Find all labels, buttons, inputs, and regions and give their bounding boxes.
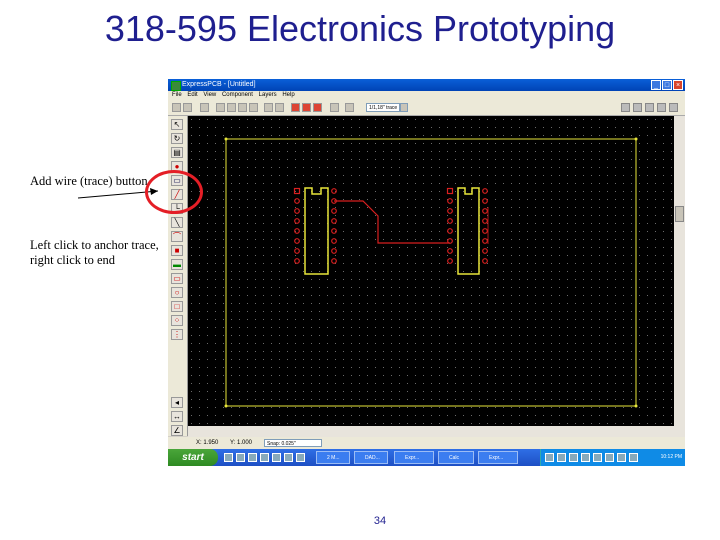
tray-icon[interactable] (593, 453, 602, 462)
arc-icon[interactable]: ⌒ (171, 231, 183, 242)
pcb-drawing[interactable] (188, 116, 674, 437)
last-page-icon[interactable] (657, 103, 666, 112)
save-icon[interactable] (183, 103, 192, 112)
component-toolbar: ↖ ↻ ▤ ● ▭ ╱ └ ╲ ⌒ ■ ▬ ▭ ○ □ ⁘ ⋮ ◂ ↔ ∠ (168, 116, 188, 436)
first-page-icon[interactable] (621, 103, 630, 112)
window-titlebar[interactable]: ExpressPCB - [Untitled] _ □ × (168, 79, 685, 91)
menu-layers[interactable]: Layers (259, 92, 277, 98)
menu-file[interactable]: File (172, 92, 182, 98)
quicklaunch-icon[interactable] (284, 453, 293, 462)
taskbar-item[interactable]: DAD... (354, 451, 388, 464)
zoom-in-icon[interactable] (216, 103, 225, 112)
select-icon[interactable]: ↖ (171, 119, 183, 130)
tray-icon[interactable] (557, 453, 566, 462)
quicklaunch-icon[interactable] (296, 453, 305, 462)
x-coordinate: X: 1.950 (196, 440, 219, 446)
windows-taskbar: start 2 M... DAD... Expr... Calc Expr...… (168, 449, 685, 466)
grid-icon[interactable] (330, 103, 339, 112)
pcb-canvas[interactable] (188, 116, 674, 437)
measure-icon[interactable]: ↔ (171, 411, 183, 422)
trace-width-select[interactable]: 1/1,18" trace (366, 103, 400, 112)
quicklaunch-icon[interactable] (236, 453, 245, 462)
zoom-fit-icon[interactable] (249, 103, 258, 112)
layer-bottom-icon[interactable] (302, 103, 311, 112)
taskbar-item[interactable]: Expr... (478, 451, 518, 464)
taskbar-item[interactable]: Expr... (394, 451, 434, 464)
taskbar-item[interactable]: 2 M... (316, 451, 350, 464)
undo-icon[interactable] (200, 103, 209, 112)
status-bar: X: 1.950 Y: 1.000 Snap: 0.025" (168, 437, 685, 449)
next-page-icon[interactable] (645, 103, 654, 112)
tray-icon[interactable] (617, 453, 626, 462)
tray-icon[interactable] (581, 453, 590, 462)
angle-icon[interactable]: ∠ (171, 425, 183, 436)
tray-icon[interactable] (569, 453, 578, 462)
prev-page-icon[interactable] (633, 103, 642, 112)
layer-top-icon[interactable] (291, 103, 300, 112)
circle-icon[interactable]: ○ (171, 287, 183, 298)
wire-button-highlight (145, 170, 203, 214)
outline-icon[interactable]: □ (171, 301, 183, 312)
page-number: 34 (373, 515, 387, 527)
menu-edit[interactable]: Edit (187, 92, 197, 98)
menu-component[interactable]: Component (222, 92, 253, 98)
y-coordinate: Y: 1.000 (230, 440, 253, 446)
component-icon[interactable]: ▤ (171, 147, 183, 158)
ground-plane-icon[interactable]: ▬ (171, 259, 183, 270)
quicklaunch-icon[interactable] (248, 453, 257, 462)
diagonal-trace-icon[interactable]: ╲ (171, 217, 183, 228)
rectangle-icon[interactable]: ▭ (171, 273, 183, 284)
window-title: ExpressPCB - [Untitled] (182, 81, 256, 88)
quicklaunch-icon[interactable] (224, 453, 233, 462)
main-toolbar: 1/1,18" trace (168, 100, 685, 116)
chevron-down-icon[interactable] (400, 103, 408, 112)
quicklaunch-icon[interactable] (272, 453, 281, 462)
filled-pad-icon[interactable]: ■ (171, 245, 183, 256)
copy-icon[interactable] (275, 103, 284, 112)
close-button[interactable]: × (673, 80, 683, 90)
clock: 10:12 PM (660, 454, 682, 460)
vertical-scrollbar[interactable] (674, 116, 685, 437)
menu-help[interactable]: Help (282, 92, 294, 98)
multi-pad-icon[interactable]: ⁘ (171, 315, 183, 326)
print-icon[interactable] (264, 103, 273, 112)
layer-both-icon[interactable] (313, 103, 322, 112)
trace-width-icon[interactable] (345, 103, 354, 112)
menubar: File Edit View Component Layers Help (168, 91, 685, 100)
arrow-left-icon[interactable]: ◂ (171, 397, 183, 408)
grid-dots (188, 116, 674, 437)
horizontal-scrollbar[interactable] (188, 426, 674, 437)
app-icon (171, 81, 181, 91)
menu-view[interactable]: View (203, 92, 216, 98)
open-icon[interactable] (172, 103, 181, 112)
quicklaunch-icon[interactable] (260, 453, 269, 462)
tray-icon[interactable] (545, 453, 554, 462)
vertical-scroll-thumb[interactable] (675, 206, 684, 222)
zoom-out-icon[interactable] (227, 103, 236, 112)
snap-select[interactable]: Snap: 0.025" (264, 439, 322, 447)
tray-icon[interactable] (605, 453, 614, 462)
start-button[interactable]: start (168, 449, 218, 466)
minimize-button[interactable]: _ (651, 80, 661, 90)
pin-icon[interactable]: ⋮ (171, 329, 183, 340)
rotate-icon[interactable]: ↻ (171, 133, 183, 144)
system-tray: 10:12 PM (540, 449, 685, 466)
tray-icon[interactable] (629, 453, 638, 462)
expresspcb-window: ExpressPCB - [Untitled] _ □ × File Edit Vi… (168, 79, 685, 466)
maximize-button[interactable]: □ (662, 80, 672, 90)
taskbar-item[interactable]: Calc (438, 451, 474, 464)
zoom-icon[interactable] (238, 103, 247, 112)
page-end-icon[interactable] (669, 103, 678, 112)
